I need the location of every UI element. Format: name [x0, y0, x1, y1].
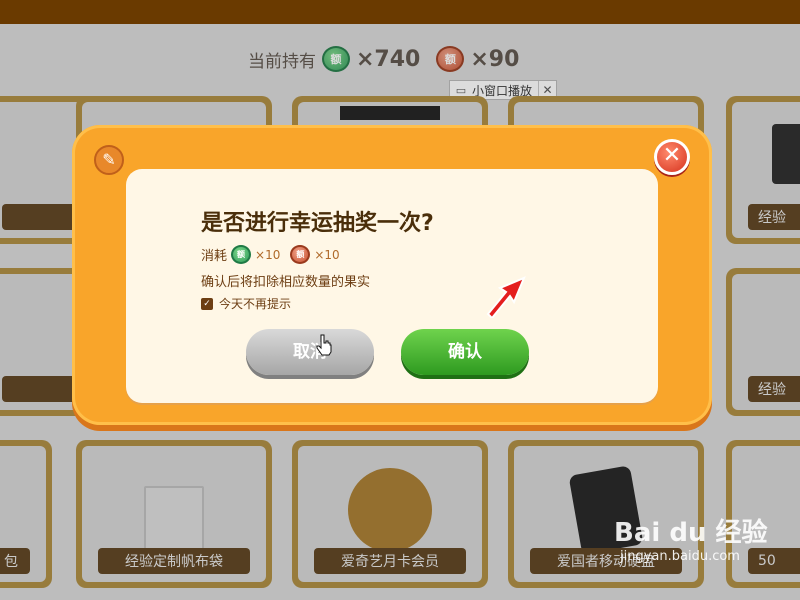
dialog-panel: 是否进行幸运抽奖一次? 消耗 额 ×10 额 ×10 确认后将扣除相应数量的果实…	[126, 169, 658, 403]
cost-row: 消耗 额 ×10 额 ×10	[201, 245, 346, 264]
red-coin-icon: 额	[290, 245, 311, 264]
baidu-jingyan-watermark: Bai du 经验 jingyan.baidu.com	[614, 512, 768, 564]
red-cost: ×10	[314, 247, 340, 262]
hand-cursor-icon	[316, 334, 332, 356]
dont-remind-label: 今天不再提示	[219, 297, 292, 311]
dont-remind-checkbox[interactable]: ✓ 今天不再提示	[201, 295, 291, 312]
deduct-note: 确认后将扣除相应数量的果实	[201, 275, 371, 290]
pencil-icon: ✎	[94, 145, 124, 175]
lottery-confirm-dialog: ✎ ✕ 是否进行幸运抽奖一次? 消耗 额 ×10 额 ×10 确认后将扣除相应数…	[72, 125, 712, 425]
watermark-logo: Bai du 经验	[614, 518, 768, 548]
red-arrow-icon	[486, 276, 526, 318]
confirm-button[interactable]: 确认	[401, 329, 529, 375]
dialog-title: 是否进行幸运抽奖一次?	[201, 211, 434, 236]
green-coin-icon: 额	[231, 245, 252, 264]
green-cost: ×10	[255, 247, 281, 262]
watermark-site: jingyan.baidu.com	[620, 549, 740, 564]
close-button[interactable]: ✕	[654, 139, 690, 175]
top-bar	[0, 0, 800, 24]
cancel-button[interactable]: 取消	[246, 329, 374, 375]
cost-label: 消耗	[201, 249, 228, 264]
checkbox-checked-icon[interactable]: ✓	[201, 297, 213, 310]
